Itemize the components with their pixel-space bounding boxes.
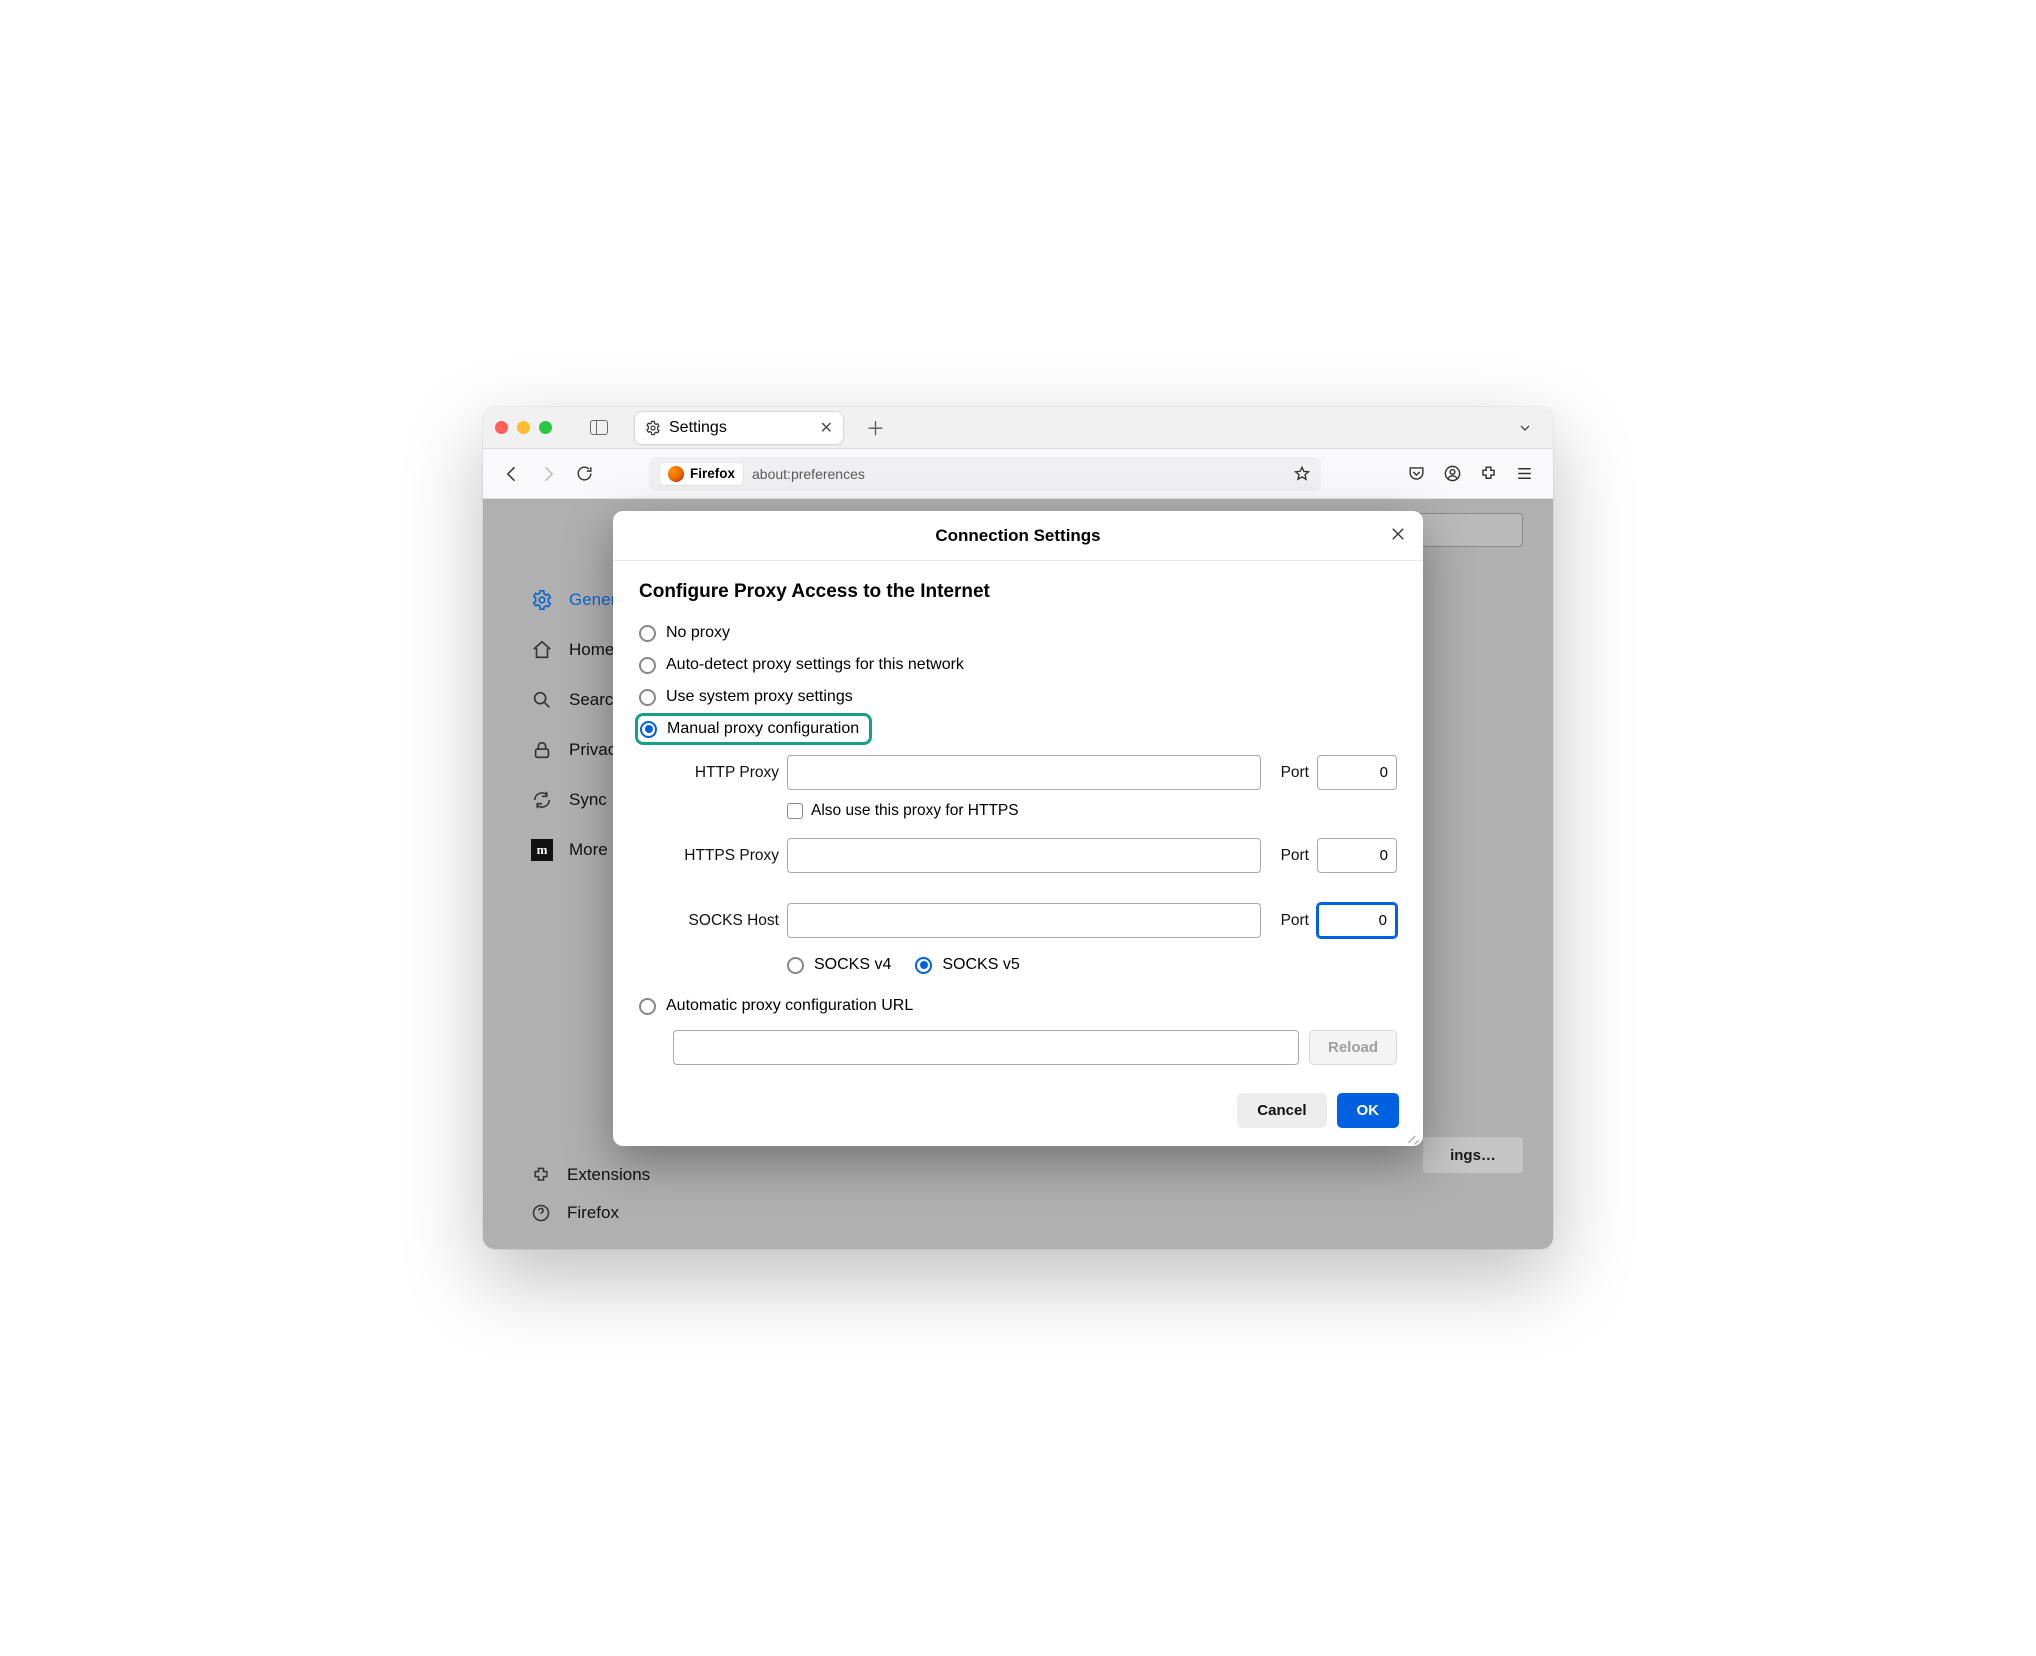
radio-manual-highlight: Manual proxy configuration [635, 713, 872, 745]
reload-button[interactable]: Reload [1309, 1030, 1397, 1065]
radio-auto-detect[interactable]: Auto-detect proxy settings for this netw… [639, 649, 1397, 681]
radio-icon [639, 657, 656, 674]
radio-label: Manual proxy configuration [667, 720, 859, 738]
sidebar-toggle-icon[interactable] [590, 420, 608, 435]
sidebar-label: More [569, 840, 608, 860]
port-label: Port [1269, 912, 1309, 930]
back-button[interactable] [501, 464, 523, 484]
dialog-title: Connection Settings [935, 526, 1100, 546]
sidebar-label: Firefox [567, 1203, 619, 1223]
http-port-input[interactable] [1317, 755, 1397, 790]
mozilla-logo-icon: m [531, 839, 553, 861]
section-title: Configure Proxy Access to the Internet [639, 581, 1397, 603]
http-proxy-label: HTTP Proxy [639, 764, 779, 782]
dialog-footer: Cancel OK [613, 1083, 1423, 1146]
radio-socks-v4[interactable]: SOCKS v4 [787, 956, 891, 974]
radio-icon [640, 721, 657, 738]
maximize-window[interactable] [539, 421, 552, 434]
menu-icon[interactable] [1513, 464, 1535, 483]
socks-host-input[interactable] [787, 903, 1261, 938]
url-bar[interactable]: Firefox about:preferences [649, 457, 1321, 491]
close-window[interactable] [495, 421, 508, 434]
site-identity-label: Firefox [690, 466, 735, 481]
radio-label: No proxy [666, 624, 730, 642]
cancel-button[interactable]: Cancel [1237, 1093, 1326, 1128]
https-proxy-label: HTTPS Proxy [639, 847, 779, 865]
checkbox-icon [787, 803, 803, 819]
radio-label: SOCKS v5 [942, 956, 1019, 974]
browser-window: Settings ✕ ＋ Firefox about:preferences [483, 407, 1553, 1249]
account-icon[interactable] [1441, 464, 1463, 483]
radio-no-proxy[interactable]: No proxy [639, 617, 1397, 649]
radio-label: Automatic proxy configuration URL [666, 997, 913, 1015]
auto-url-input[interactable] [673, 1030, 1299, 1065]
radio-manual[interactable]: Manual proxy configuration [640, 720, 859, 738]
radio-socks-v5[interactable]: SOCKS v5 [915, 956, 1019, 974]
port-label: Port [1269, 847, 1309, 865]
socks-port-input[interactable] [1317, 903, 1397, 938]
bookmark-star-icon[interactable] [1293, 465, 1311, 483]
sidebar-label: Home [569, 640, 614, 660]
gear-icon [645, 420, 661, 436]
pocket-icon[interactable] [1405, 464, 1427, 483]
https-port-input[interactable] [1317, 838, 1397, 873]
title-bar: Settings ✕ ＋ [483, 407, 1553, 449]
minimize-window[interactable] [517, 421, 530, 434]
tab-title: Settings [669, 419, 727, 437]
connection-settings-dialog: Connection Settings Configure Proxy Acce… [613, 511, 1423, 1146]
radio-system[interactable]: Use system proxy settings [639, 681, 1397, 713]
settings-sidebar-bottom: Extensions Firefox [531, 1165, 650, 1223]
dialog-body: Configure Proxy Access to the Internet N… [613, 561, 1423, 1083]
toolbar: Firefox about:preferences [483, 449, 1553, 499]
content-area: General Home Search Privacy Sync [483, 499, 1553, 1249]
settings-button-bg: ings… [1423, 1137, 1523, 1173]
radio-icon [915, 957, 932, 974]
radio-label: Auto-detect proxy settings for this netw… [666, 656, 964, 674]
tab-close-icon[interactable]: ✕ [820, 418, 833, 438]
site-identity[interactable]: Firefox [659, 462, 744, 486]
sidebar-label: Extensions [567, 1165, 650, 1185]
dialog-close-icon[interactable] [1389, 525, 1407, 543]
new-tab-button[interactable]: ＋ [866, 414, 885, 441]
sidebar-item-support[interactable]: Firefox [531, 1203, 650, 1223]
resize-handle-icon[interactable] [1405, 1128, 1419, 1142]
radio-icon [639, 689, 656, 706]
dialog-header: Connection Settings [613, 511, 1423, 561]
radio-label: Use system proxy settings [666, 688, 853, 706]
radio-auto-url[interactable]: Automatic proxy configuration URL [639, 990, 1397, 1022]
ok-button[interactable]: OK [1337, 1093, 1400, 1128]
https-proxy-input[interactable] [787, 838, 1261, 873]
socks-host-label: SOCKS Host [639, 912, 779, 930]
reload-button[interactable] [573, 464, 595, 483]
radio-icon [787, 957, 804, 974]
radio-icon [639, 998, 656, 1015]
radio-icon [639, 625, 656, 642]
browser-tab[interactable]: Settings ✕ [634, 411, 844, 445]
extensions-icon[interactable] [1477, 464, 1499, 483]
window-controls [495, 421, 552, 434]
firefox-logo-icon [668, 466, 684, 482]
also-https-checkbox[interactable]: Also use this proxy for HTTPS [787, 802, 1397, 820]
forward-button[interactable] [537, 464, 559, 484]
url-text: about:preferences [752, 466, 865, 482]
port-label: Port [1269, 764, 1309, 782]
radio-label: SOCKS v4 [814, 956, 891, 974]
checkbox-label: Also use this proxy for HTTPS [811, 802, 1019, 820]
http-proxy-input[interactable] [787, 755, 1261, 790]
sidebar-label: Sync [569, 790, 607, 810]
sidebar-item-extensions[interactable]: Extensions [531, 1165, 650, 1185]
tabs-overflow-icon[interactable] [1517, 420, 1533, 436]
